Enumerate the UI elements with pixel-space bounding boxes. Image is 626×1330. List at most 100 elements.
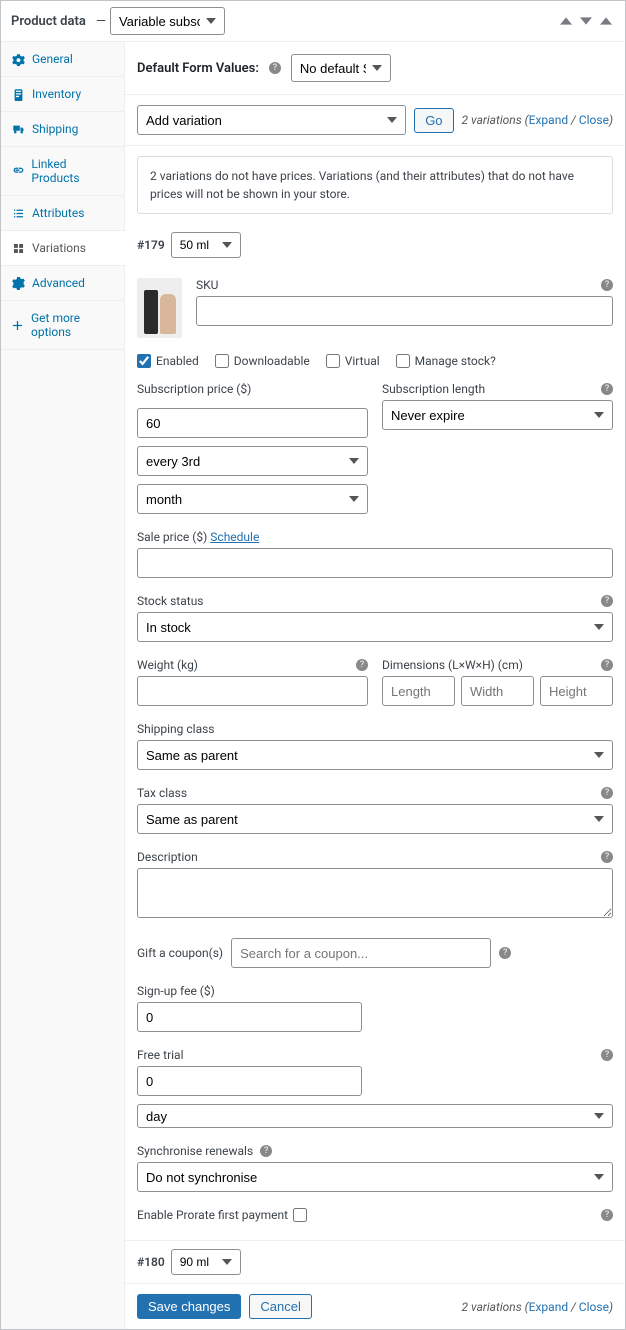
sync-select[interactable]: Do not synchronise <box>137 1162 613 1192</box>
sale-price-input[interactable] <box>137 548 613 578</box>
help-icon[interactable]: ? <box>601 1209 613 1221</box>
help-icon[interactable]: ? <box>601 659 613 671</box>
stock-label: Stock status <box>137 594 204 608</box>
panel-title: Product data <box>11 14 86 29</box>
sync-label: Synchronise renewals <box>137 1144 253 1158</box>
variation-179-body: SKU ? Enabled Downloadable Virtual Manag… <box>125 266 625 1240</box>
help-icon[interactable]: ? <box>499 947 511 959</box>
signup-fee-label: Sign-up fee ($) <box>137 984 215 998</box>
variation-id: #179 <box>137 238 165 252</box>
sub-length-select[interactable]: Never expire <box>382 400 613 430</box>
triangle-up-icon[interactable] <box>597 12 615 30</box>
sub-length-label: Subscription length <box>382 382 485 396</box>
help-icon[interactable]: ? <box>601 787 613 799</box>
description-label: Description <box>137 850 198 864</box>
expand-link[interactable]: Expand <box>529 1300 568 1314</box>
sidebar-item-more[interactable]: Get more options <box>1 301 124 350</box>
signup-fee-input[interactable] <box>137 1002 362 1032</box>
product-type-select[interactable]: Variable subscription <box>110 7 225 35</box>
dimensions-label: Dimensions (L×W×H) (cm) <box>382 658 523 672</box>
downloadable-checkbox[interactable]: Downloadable <box>215 354 310 368</box>
weight-input[interactable] <box>137 676 368 706</box>
schedule-link[interactable]: Schedule <box>210 530 259 544</box>
sidebar-item-advanced[interactable]: Advanced <box>1 266 124 301</box>
sidebar-item-label: Variations <box>32 241 86 255</box>
expand-link[interactable]: Expand <box>529 113 568 127</box>
interval-select[interactable]: every 3rd <box>137 446 368 476</box>
trial-period-select[interactable]: day <box>137 1104 613 1128</box>
help-icon[interactable]: ? <box>269 62 281 74</box>
chevron-down-icon[interactable] <box>577 12 595 30</box>
variation-180-header: #180 90 ml <box>125 1240 625 1283</box>
variation-count-top: 2 variations (Expand / Close) <box>462 113 613 127</box>
description-textarea[interactable] <box>137 868 613 918</box>
sidebar-item-inventory[interactable]: Inventory <box>1 77 124 112</box>
main-content: Default Form Values: ? No default Sizes.… <box>125 42 625 1329</box>
length-input[interactable] <box>382 676 455 706</box>
variation-image[interactable] <box>137 278 182 338</box>
variation-size-select[interactable]: 50 ml <box>171 232 241 258</box>
variation-count-bottom: 2 variations (Expand / Close) <box>462 1300 613 1314</box>
period-select[interactable]: month <box>137 484 368 514</box>
go-button[interactable]: Go <box>414 108 453 133</box>
enabled-checkbox[interactable]: Enabled <box>137 354 199 368</box>
clipboard-icon <box>11 87 25 101</box>
default-values-select[interactable]: No default Sizes... <box>291 54 391 82</box>
sidebar-item-label: Get more options <box>31 311 114 339</box>
variation-size-select[interactable]: 90 ml <box>171 1249 241 1275</box>
weight-label: Weight (kg) <box>137 658 198 672</box>
add-variation-select[interactable]: Add variation <box>137 105 406 135</box>
free-trial-label: Free trial <box>137 1048 184 1062</box>
link-icon <box>11 164 24 178</box>
free-trial-input[interactable] <box>137 1066 362 1096</box>
truck-icon <box>11 122 25 136</box>
save-changes-button[interactable]: Save changes <box>137 1294 241 1319</box>
sidebar-item-label: Attributes <box>32 206 84 220</box>
sidebar-item-label: General <box>32 52 73 66</box>
sub-price-label: Subscription price ($) <box>137 382 251 396</box>
manage-stock-checkbox[interactable]: Manage stock? <box>396 354 496 368</box>
panel-header: Product data — Variable subscription <box>1 1 625 42</box>
prorate-checkbox[interactable]: Enable Prorate first payment <box>137 1208 307 1222</box>
gift-coupon-label: Gift a coupon(s) <box>137 946 223 960</box>
help-icon[interactable]: ? <box>260 1145 272 1157</box>
plus-icon <box>11 318 24 332</box>
height-input[interactable] <box>540 676 613 706</box>
chevron-up-icon[interactable] <box>557 12 575 30</box>
gear-icon <box>11 276 25 290</box>
help-icon[interactable]: ? <box>601 851 613 863</box>
sidebar-item-linked[interactable]: Linked Products <box>1 147 124 196</box>
tax-class-label: Tax class <box>137 786 187 800</box>
virtual-checkbox[interactable]: Virtual <box>326 354 380 368</box>
sidebar-item-general[interactable]: General <box>1 42 124 77</box>
help-icon[interactable]: ? <box>601 595 613 607</box>
cancel-button[interactable]: Cancel <box>249 1294 311 1319</box>
wrench-icon <box>11 52 25 66</box>
sidebar-item-attributes[interactable]: Attributes <box>1 196 124 231</box>
help-icon[interactable]: ? <box>601 383 613 395</box>
tax-class-select[interactable]: Same as parent <box>137 804 613 834</box>
width-input[interactable] <box>461 676 534 706</box>
help-icon[interactable]: ? <box>601 1049 613 1061</box>
title-dash: — <box>96 14 106 29</box>
sidebar-item-shipping[interactable]: Shipping <box>1 112 124 147</box>
list-icon <box>11 206 25 220</box>
price-warning: 2 variations do not have prices. Variati… <box>137 156 613 214</box>
stock-select[interactable]: In stock <box>137 612 613 642</box>
close-link[interactable]: Close <box>579 1300 609 1314</box>
sku-label: SKU <box>196 278 218 292</box>
help-icon[interactable]: ? <box>356 659 368 671</box>
close-link[interactable]: Close <box>579 113 609 127</box>
shipping-class-select[interactable]: Same as parent <box>137 740 613 770</box>
default-values-label: Default Form Values: <box>137 61 259 76</box>
sidebar-item-label: Inventory <box>32 87 81 101</box>
help-icon[interactable]: ? <box>601 279 613 291</box>
sub-price-input[interactable] <box>137 408 368 438</box>
variation-id: #180 <box>137 1255 165 1269</box>
shipping-class-label: Shipping class <box>137 722 215 736</box>
sidebar-item-label: Linked Products <box>31 157 114 185</box>
sidebar: General Inventory Shipping Linked Produc… <box>1 42 125 1329</box>
coupon-search-input[interactable] <box>231 938 491 968</box>
sku-input[interactable] <box>196 296 613 326</box>
sidebar-item-variations[interactable]: Variations <box>1 231 125 266</box>
